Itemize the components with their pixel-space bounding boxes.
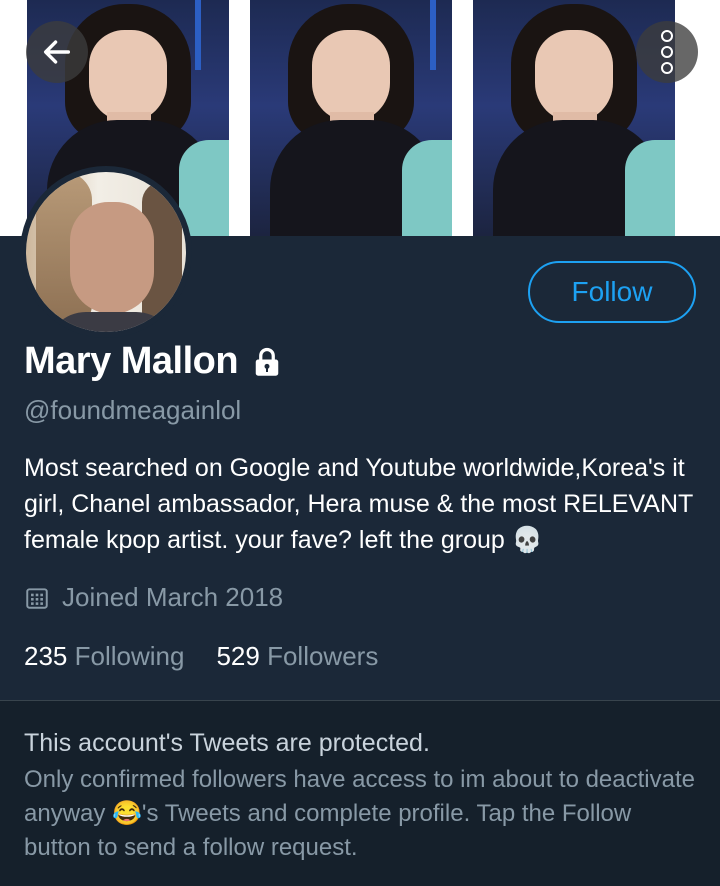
banner-photo [250, 0, 452, 236]
following-link[interactable]: 235 Following [24, 641, 184, 672]
back-button[interactable] [26, 21, 88, 83]
more-options-button[interactable] [636, 21, 698, 83]
follow-stats: 235 Following 529 Followers [24, 641, 378, 672]
name-row: Mary Mallon [24, 340, 282, 383]
user-handle: @foundmeagainlol [24, 395, 242, 425]
arrow-left-icon [43, 40, 71, 64]
protected-body: Only confirmed followers have access to … [24, 766, 695, 861]
following-label: Following [74, 641, 185, 671]
profile-screen: Follow Mary Mallon @foundmeagainlol Most… [0, 0, 720, 886]
followers-label: Followers [267, 641, 379, 671]
calendar-icon [26, 587, 48, 609]
joined-date: Joined March 2018 [24, 582, 283, 613]
more-vertical-icon [661, 30, 673, 74]
lock-icon [255, 347, 279, 376]
avatar-image [26, 172, 186, 332]
followers-link[interactable]: 529 Followers [216, 641, 378, 672]
follow-button[interactable]: Follow [528, 261, 696, 323]
following-count: 235 [24, 641, 68, 671]
protected-notice: This account's Tweets are protected. Onl… [0, 701, 720, 886]
protected-title: This account's Tweets are protected. [24, 729, 430, 757]
joined-label: Joined March 2018 [62, 582, 284, 612]
followers-count: 529 [216, 641, 260, 671]
bio-text: Most searched on Google and Youtube worl… [24, 454, 693, 554]
avatar[interactable] [20, 166, 192, 338]
display-name: Mary Mallon [24, 340, 239, 382]
